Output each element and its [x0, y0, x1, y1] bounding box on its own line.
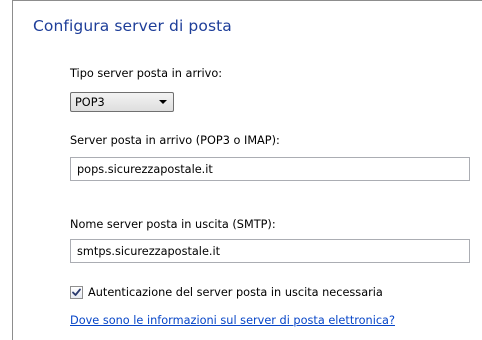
panel-top-border	[12, 0, 482, 1]
incoming-type-dropdown[interactable]: POP3	[70, 92, 174, 112]
incoming-type-selected: POP3	[75, 96, 105, 109]
chevron-down-icon	[159, 100, 167, 104]
incoming-server-field[interactable]	[70, 157, 470, 181]
checkmark-icon	[72, 288, 81, 296]
server-info-help-link[interactable]: Dove sono le informazioni sul server di …	[70, 314, 395, 327]
incoming-server-input[interactable]	[71, 158, 469, 180]
outgoing-server-label: Nome server posta in uscita (SMTP):	[70, 218, 276, 231]
panel-left-border	[12, 0, 13, 340]
page-title: Configura server di posta	[33, 17, 232, 35]
outgoing-server-field[interactable]	[70, 239, 470, 263]
incoming-server-label: Server posta in arrivo (POP3 o IMAP):	[70, 134, 280, 147]
auth-checkbox[interactable]	[70, 286, 83, 299]
outgoing-server-input[interactable]	[71, 240, 469, 262]
mail-server-setup-panel: Configura server di posta Tipo server po…	[0, 0, 482, 340]
auth-checkbox-label[interactable]: Autenticazione del server posta in uscit…	[88, 286, 383, 299]
incoming-type-label: Tipo server posta in arrivo:	[70, 67, 223, 80]
